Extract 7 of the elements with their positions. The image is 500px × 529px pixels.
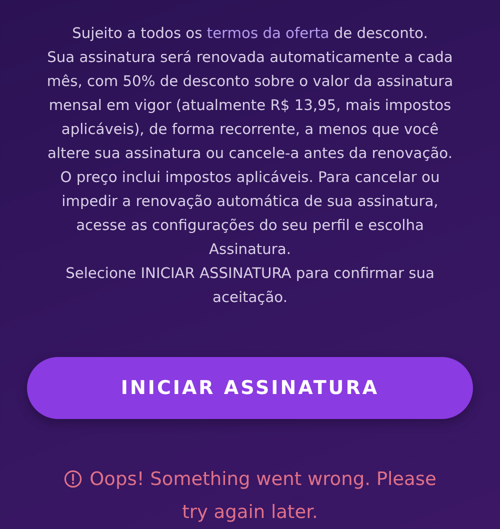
terms-link[interactable]: termos da oferta bbox=[206, 25, 330, 42]
error-icon bbox=[64, 470, 82, 488]
terms-text: Sujeito a todos os termos da oferta de desconto. bbox=[71, 24, 429, 44]
error-message: Oops! Something went wrong. Please try again later. bbox=[90, 469, 436, 523]
start-subscription-button[interactable]: INICIAR ASSINATURA bbox=[27, 357, 473, 419]
confirm-text: Selecione INICIAR ASSINATURA para confirmar sua aceitação. bbox=[64, 264, 436, 308]
renewal-text: Sua assinatura será renovada automaticamente a cada mês, com 50% de desconto sobre o valor da assinatura mensal em vigor (atualmente R$ 13,95, mais impostos aplicáveis), de forma recorrente, a menos que você altere sua assinatura ou cancele-a antes da renovação. O preço inclui impostos aplicáveis. Para cancelar ou impedir a renovação automática de sua assinatura, acesse as configurações do seu perfil e escolha Assinatura. bbox=[46, 48, 454, 260]
